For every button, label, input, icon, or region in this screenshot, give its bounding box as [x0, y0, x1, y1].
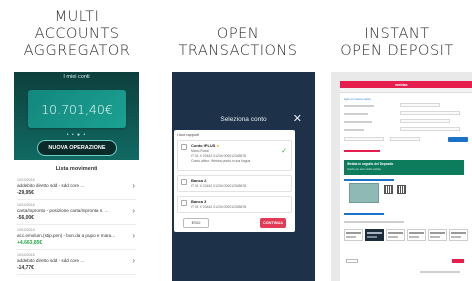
title-line: ACCOUNTS [34, 26, 120, 42]
movement-description: carta/mpronto - posizione carta/mpronta … [17, 208, 109, 213]
nav-bar [340, 88, 472, 93]
title-line: OPEN [216, 26, 260, 42]
account-option[interactable]: Banca 3 IT 01 X 03442 01234 000012345678 [177, 196, 292, 213]
title-line: TRANSACTIONS [178, 43, 298, 59]
account-name: Banca 3 [191, 199, 207, 204]
title-line: OPEN DEPOSIT [340, 43, 454, 59]
close-icon[interactable]: ✕ [293, 112, 302, 125]
title-line: AGGREGATOR [23, 43, 131, 59]
chevron-right-icon: › [132, 181, 135, 190]
aggregator-phone-screen: I miei conti 10.701,40€ • • ● • NUOVA OP… [14, 72, 139, 281]
chevron-right-icon: › [132, 206, 135, 215]
form-field[interactable] [390, 137, 420, 141]
balance-amount: 10.701,40€ [41, 102, 113, 117]
title-line: MULTI [54, 9, 100, 25]
document-thumbnail[interactable] [349, 183, 379, 203]
account-iban: IT 01 X 03442 01234 000012345678 [191, 205, 247, 209]
open-account-link[interactable]: Apri un nuovo conto [344, 97, 371, 101]
account-iban: IT 01 X 03442 01234 000012345678 [191, 154, 247, 158]
movement-amount: -56,00€ [17, 215, 34, 221]
list-item[interactable]: 10/10/2018 addebito diretto sdd - sdd co… [17, 176, 136, 200]
form-label [344, 105, 374, 107]
deposit-page: webba Apri un nuovo conto Webba in segui… [340, 81, 472, 281]
section-link[interactable] [344, 179, 394, 181]
account-option[interactable]: Conto IPLUS ● Mario Rossi IT 01 X 03442 … [177, 140, 292, 171]
movement-date: 10/10/2018 [17, 178, 35, 182]
deposit-browser-screen: webba Apri un nuovo conto Webba in segui… [331, 72, 472, 281]
form-label [344, 121, 372, 123]
movement-date: 10/10/2018 [17, 253, 35, 257]
movement-date: 10/10/2018 [17, 203, 35, 207]
deposit-banner: Webba in seguito del Deposito Grazie per… [344, 160, 464, 175]
deposit-option-tile[interactable] [344, 229, 363, 241]
section-label [344, 221, 404, 223]
banner-subtitle: Grazie per aver scelto webba [347, 168, 381, 171]
movements-list-title: Lista movimenti [55, 166, 98, 172]
form-field[interactable] [400, 103, 440, 107]
deposit-option-tile-selected[interactable] [365, 229, 384, 241]
bank-icon [181, 200, 187, 206]
account-iban: IT 01 X 03442 01234 000012345678 [191, 184, 247, 188]
section-link[interactable] [344, 213, 384, 215]
exit-button[interactable]: ESCI [183, 218, 209, 228]
new-operation-button[interactable]: NUOVA OPERAZIONE [37, 140, 117, 156]
account-option[interactable]: Banca 2 IT 01 X 03442 01234 000012345678 [177, 175, 292, 192]
banner-title: Webba in seguito del Deposito [347, 162, 394, 166]
balance-card[interactable]: 10.701,40€ [28, 90, 126, 128]
form-label [344, 129, 364, 131]
account-note: Conto attivo: Webba punto in tua lingua [191, 159, 251, 163]
check-icon: ✓ [281, 148, 287, 155]
aggregator-title: MULTI ACCOUNTS AGGREGATOR [2, 9, 152, 60]
account-select-dialog: I tuoi rapporti Conto IPLUS ● Mario Ross… [174, 130, 295, 232]
instant-deposit-title: INSTANT OPEN DEPOSIT [322, 26, 472, 60]
list-item[interactable]: 10/10/2018 carta/mpronto - posizione car… [17, 201, 136, 225]
deposit-option-tile[interactable] [428, 229, 447, 241]
list-item[interactable]: 10/10/2018 addebito diretto sdd - sdd co… [17, 251, 136, 275]
form-field[interactable] [400, 119, 450, 123]
deposit-option-tile[interactable] [449, 229, 468, 241]
account-name: Conto IPLUS ● [191, 143, 219, 148]
open-transactions-title: OPEN TRANSACTIONS [160, 26, 316, 60]
chevron-right-icon: › [132, 256, 135, 265]
bank-icon [181, 179, 187, 185]
next-button[interactable] [452, 259, 464, 263]
movement-date: 10/10/2018 [17, 228, 35, 232]
form-field[interactable] [344, 137, 384, 141]
movement-amount: -14,77€ [17, 265, 34, 271]
transactions-phone-screen: Seleziona conto ✕ I tuoi rapporti Conto … [172, 72, 315, 281]
header-title: I miei conti [63, 74, 90, 80]
form-field[interactable] [400, 127, 460, 131]
qr-code-icon [384, 185, 393, 194]
confirm-button[interactable] [448, 137, 468, 142]
carousel-dots[interactable]: • • ● • [14, 132, 139, 138]
deposit-option-tile[interactable] [386, 229, 405, 241]
webba-logo: webba [395, 82, 408, 87]
movement-description: addebito diretto sdd - sdd core ... [17, 183, 85, 188]
movement-amount: -29,95€ [17, 190, 34, 196]
bank-icon [181, 144, 187, 150]
dialog-header: I tuoi rapporti [177, 133, 200, 137]
form-field[interactable] [400, 111, 460, 115]
footer-text [420, 271, 460, 273]
movement-description: addebito diretto sdd - sdd core ... [17, 258, 85, 263]
form-label [344, 113, 368, 115]
brand-bar: webba [340, 81, 472, 88]
section-label [344, 150, 380, 152]
qr-code-icon [397, 185, 406, 194]
back-button[interactable] [346, 259, 358, 263]
deposit-option-tile[interactable] [407, 229, 426, 241]
title-line: INSTANT [364, 26, 430, 42]
movement-amount: +4.663,85€ [17, 240, 43, 246]
continue-button[interactable]: CONTINUA [260, 218, 286, 228]
accounts-header: I miei conti 10.701,40€ • • ● • NUOVA OP… [14, 72, 139, 160]
account-name: Banca 2 [191, 178, 207, 183]
account-holder: Mario Rossi [191, 149, 209, 153]
list-item[interactable]: 10/10/2018 acc.emolum.(stip.pen) - bon.d… [17, 226, 136, 250]
chevron-right-icon: › [132, 231, 135, 240]
movement-description: acc.emolum.(stip.pen) - bon.da a pupo e … [17, 233, 116, 238]
